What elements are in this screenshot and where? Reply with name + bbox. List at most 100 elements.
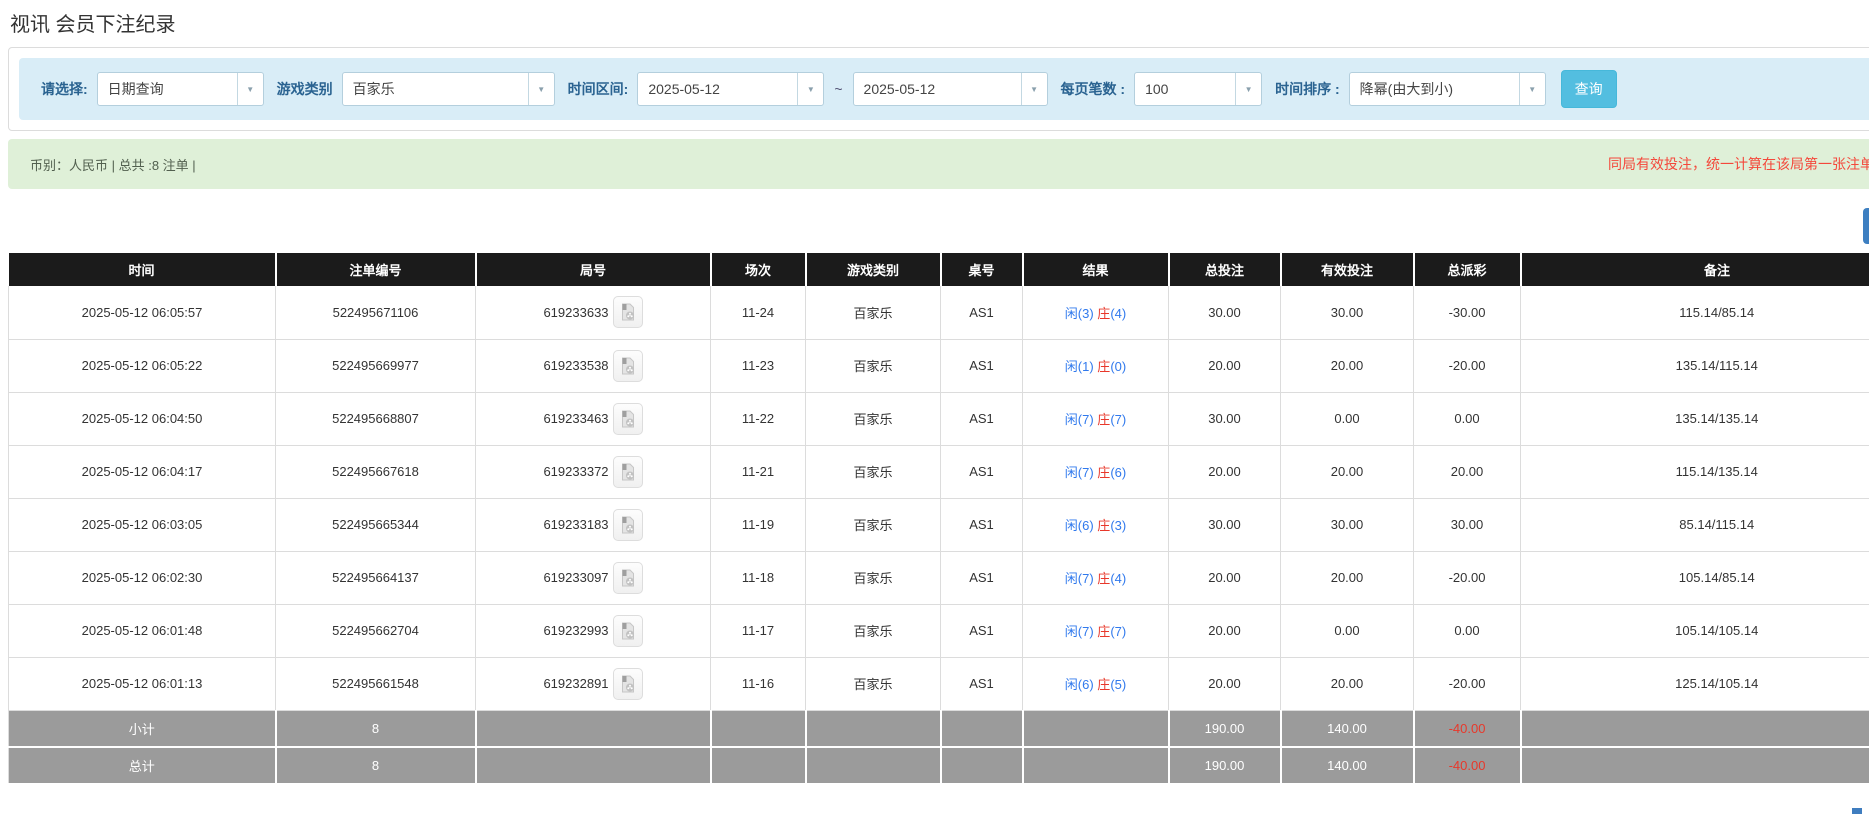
total-bet-link[interactable]: 20.00 — [1169, 445, 1281, 498]
result-cell[interactable]: 闲(6) 庄(3) — [1023, 498, 1169, 551]
remark: 115.14/135.14 — [1521, 445, 1869, 498]
subtotal-row-label: 小计 — [9, 710, 276, 747]
round-cell: 619233633 — [476, 286, 711, 339]
export-button[interactable] — [1863, 208, 1869, 244]
valid-bet: 0.00 — [1281, 604, 1414, 657]
banker-points: (7) — [1110, 412, 1126, 427]
banker-label: 庄 — [1097, 518, 1110, 533]
total-bet-link[interactable]: 20.00 — [1169, 657, 1281, 710]
video-replay-button[interactable] — [613, 668, 643, 700]
video-file-icon — [620, 463, 636, 481]
bet-time: 2025-05-12 06:03:05 — [9, 498, 276, 551]
session: 11-18 — [711, 551, 806, 604]
round-number: 619233372 — [543, 464, 608, 479]
chevron-down-icon: ▼ — [1519, 73, 1545, 105]
filter-panel: 请选择: 日期查询 ▼ 游戏类别 百家乐 ▼ 时间区间: 2025-05-12 … — [8, 47, 1869, 131]
banker-label: 庄 — [1097, 412, 1110, 427]
pagination-fragment[interactable] — [1852, 808, 1862, 814]
banker-points: (4) — [1110, 571, 1126, 586]
game-type: 百家乐 — [806, 339, 941, 392]
video-replay-button[interactable] — [613, 403, 643, 435]
page-size-label: 每页笔数 : — [1061, 79, 1126, 99]
time-sort-select[interactable]: 降幂(由大到小) ▼ — [1349, 72, 1546, 106]
game-type: 百家乐 — [806, 445, 941, 498]
valid-bet: 0.00 — [1281, 392, 1414, 445]
bet-time: 2025-05-12 06:04:50 — [9, 392, 276, 445]
total-bet-link[interactable]: 30.00 — [1169, 392, 1281, 445]
query-button[interactable]: 查询 — [1561, 70, 1617, 108]
total-bet-link[interactable]: 30.00 — [1169, 498, 1281, 551]
query-type-label: 请选择: — [41, 79, 88, 99]
table-zone: 时间注单编号局号场次游戏类别桌号结果总投注有效投注总派彩备注 2025-05-1… — [8, 253, 1869, 785]
payout: 20.00 — [1414, 445, 1521, 498]
grand-total-row-payout: -40.00 — [1414, 747, 1521, 784]
valid-bet: 30.00 — [1281, 286, 1414, 339]
result-cell[interactable]: 闲(1) 庄(0) — [1023, 339, 1169, 392]
remark: 105.14/85.14 — [1521, 551, 1869, 604]
banker-label: 庄 — [1097, 465, 1110, 480]
video-file-icon — [620, 303, 636, 321]
query-type-select[interactable]: 日期查询 ▼ — [97, 72, 264, 106]
round-cell: 619232993 — [476, 604, 711, 657]
video-replay-button[interactable] — [613, 350, 643, 382]
total-bet-link[interactable]: 20.00 — [1169, 604, 1281, 657]
column-header: 注单编号 — [276, 253, 476, 286]
grand-total-row-total-bet: 190.00 — [1169, 747, 1281, 784]
total-bet-link[interactable]: 20.00 — [1169, 339, 1281, 392]
result-cell[interactable]: 闲(7) 庄(6) — [1023, 445, 1169, 498]
result-cell[interactable]: 闲(7) 庄(4) — [1023, 551, 1169, 604]
result-cell[interactable]: 闲(7) 庄(7) — [1023, 392, 1169, 445]
video-replay-button[interactable] — [613, 456, 643, 488]
video-replay-button[interactable] — [613, 615, 643, 647]
date-to-select[interactable]: 2025-05-12 ▼ — [853, 72, 1048, 106]
video-file-icon — [620, 622, 636, 640]
subtotal-row: 小计8190.00140.00-40.00 — [9, 710, 1869, 747]
game-type-select[interactable]: 百家乐 ▼ — [342, 72, 555, 106]
total-bet-link[interactable]: 30.00 — [1169, 286, 1281, 339]
valid-bet: 30.00 — [1281, 498, 1414, 551]
page-size-select[interactable]: 100 ▼ — [1134, 72, 1262, 106]
video-replay-button[interactable] — [613, 296, 643, 328]
payout: -30.00 — [1414, 286, 1521, 339]
banker-label: 庄 — [1097, 306, 1110, 321]
round-number: 619233463 — [543, 411, 608, 426]
table-number: AS1 — [941, 445, 1023, 498]
time-sort-value: 降幂(由大到小) — [1350, 79, 1519, 99]
empty-cell — [711, 747, 806, 784]
remark: 85.14/115.14 — [1521, 498, 1869, 551]
bet-id: 522495667618 — [276, 445, 476, 498]
table-number: AS1 — [941, 392, 1023, 445]
bet-time: 2025-05-12 06:01:13 — [9, 657, 276, 710]
result-cell[interactable]: 闲(7) 庄(7) — [1023, 604, 1169, 657]
game-type: 百家乐 — [806, 657, 941, 710]
chevron-down-icon: ▼ — [1021, 73, 1047, 105]
chevron-down-icon: ▼ — [797, 73, 823, 105]
video-replay-button[interactable] — [613, 562, 643, 594]
chevron-down-icon: ▼ — [1235, 73, 1261, 105]
player-result: 闲(6) — [1065, 518, 1094, 533]
table-number: AS1 — [941, 498, 1023, 551]
video-replay-button[interactable] — [613, 509, 643, 541]
bet-time: 2025-05-12 06:05:22 — [9, 339, 276, 392]
filter-strip: 请选择: 日期查询 ▼ 游戏类别 百家乐 ▼ 时间区间: 2025-05-12 … — [19, 58, 1869, 120]
bet-id: 522495671106 — [276, 286, 476, 339]
column-header: 备注 — [1521, 253, 1869, 286]
empty-cell — [806, 710, 941, 747]
result-cell[interactable]: 闲(6) 庄(5) — [1023, 657, 1169, 710]
bet-time: 2025-05-12 06:05:57 — [9, 286, 276, 339]
player-result: 闲(7) — [1065, 624, 1094, 639]
table-row: 2025-05-12 06:05:57522495671106619233633… — [9, 286, 1869, 339]
valid-bet: 20.00 — [1281, 445, 1414, 498]
empty-cell — [941, 710, 1023, 747]
result-cell[interactable]: 闲(3) 庄(4) — [1023, 286, 1169, 339]
payout: 0.00 — [1414, 604, 1521, 657]
table-row: 2025-05-12 06:01:48522495662704619232993… — [9, 604, 1869, 657]
game-type: 百家乐 — [806, 604, 941, 657]
table-row: 2025-05-12 06:03:05522495665344619233183… — [9, 498, 1869, 551]
date-from-select[interactable]: 2025-05-12 ▼ — [637, 72, 824, 106]
page: 视讯 会员下注纪录 请选择: 日期查询 ▼ 游戏类别 百家乐 ▼ 时间区间: 2… — [0, 0, 1869, 814]
total-bet-link[interactable]: 20.00 — [1169, 551, 1281, 604]
bet-id: 522495669977 — [276, 339, 476, 392]
session: 11-17 — [711, 604, 806, 657]
column-header: 总投注 — [1169, 253, 1281, 286]
